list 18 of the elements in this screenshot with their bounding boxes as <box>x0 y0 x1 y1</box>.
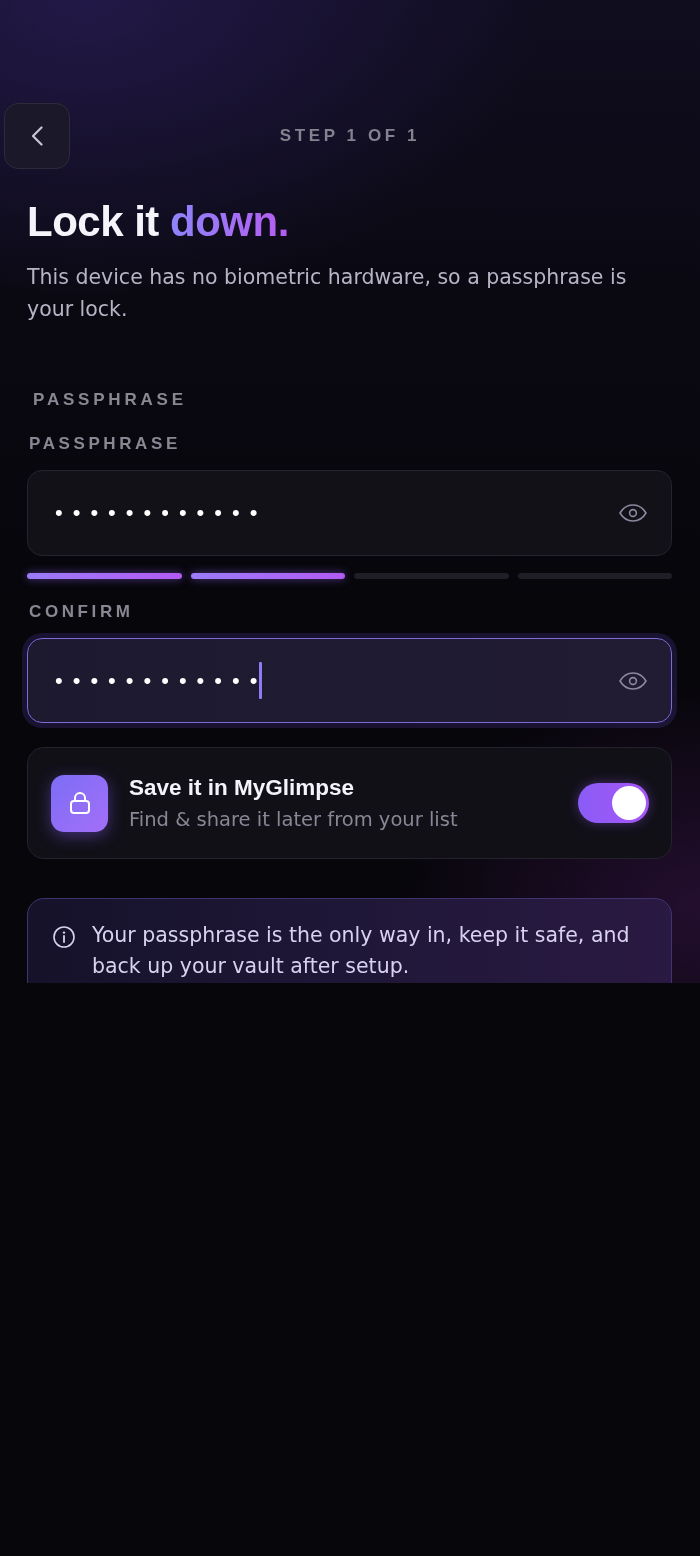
field-label: CONFIRM <box>29 601 134 623</box>
text-caret-icon <box>259 662 263 699</box>
toggle-switch[interactable] <box>578 783 649 823</box>
heading: Lock it down. <box>27 197 290 247</box>
intro-text: This device has no biometric hardware, so a passphrase is your lock. <box>27 264 628 323</box>
eye-icon[interactable] <box>619 671 647 690</box>
section-label: PASSPHRASE <box>33 389 187 411</box>
option-title: Save it in MyGlimpse <box>129 773 355 802</box>
password-field[interactable]: •••••••••••• <box>27 638 672 723</box>
step-indicator: STEP 1 OF 1 <box>279 126 421 146</box>
info-icon <box>53 926 75 948</box>
lock-icon <box>51 774 108 832</box>
eye-icon[interactable] <box>619 504 647 522</box>
password-field[interactable]: •••••••••••• <box>27 470 672 556</box>
notice-text: Your passphrase is the only way in, keep it safe, and back up your vault after setup. <box>92 922 631 980</box>
option-subtitle: Find & share it later from your list <box>129 806 458 833</box>
chevron-left-icon <box>31 126 43 146</box>
field-label: PASSPHRASE <box>29 433 181 455</box>
